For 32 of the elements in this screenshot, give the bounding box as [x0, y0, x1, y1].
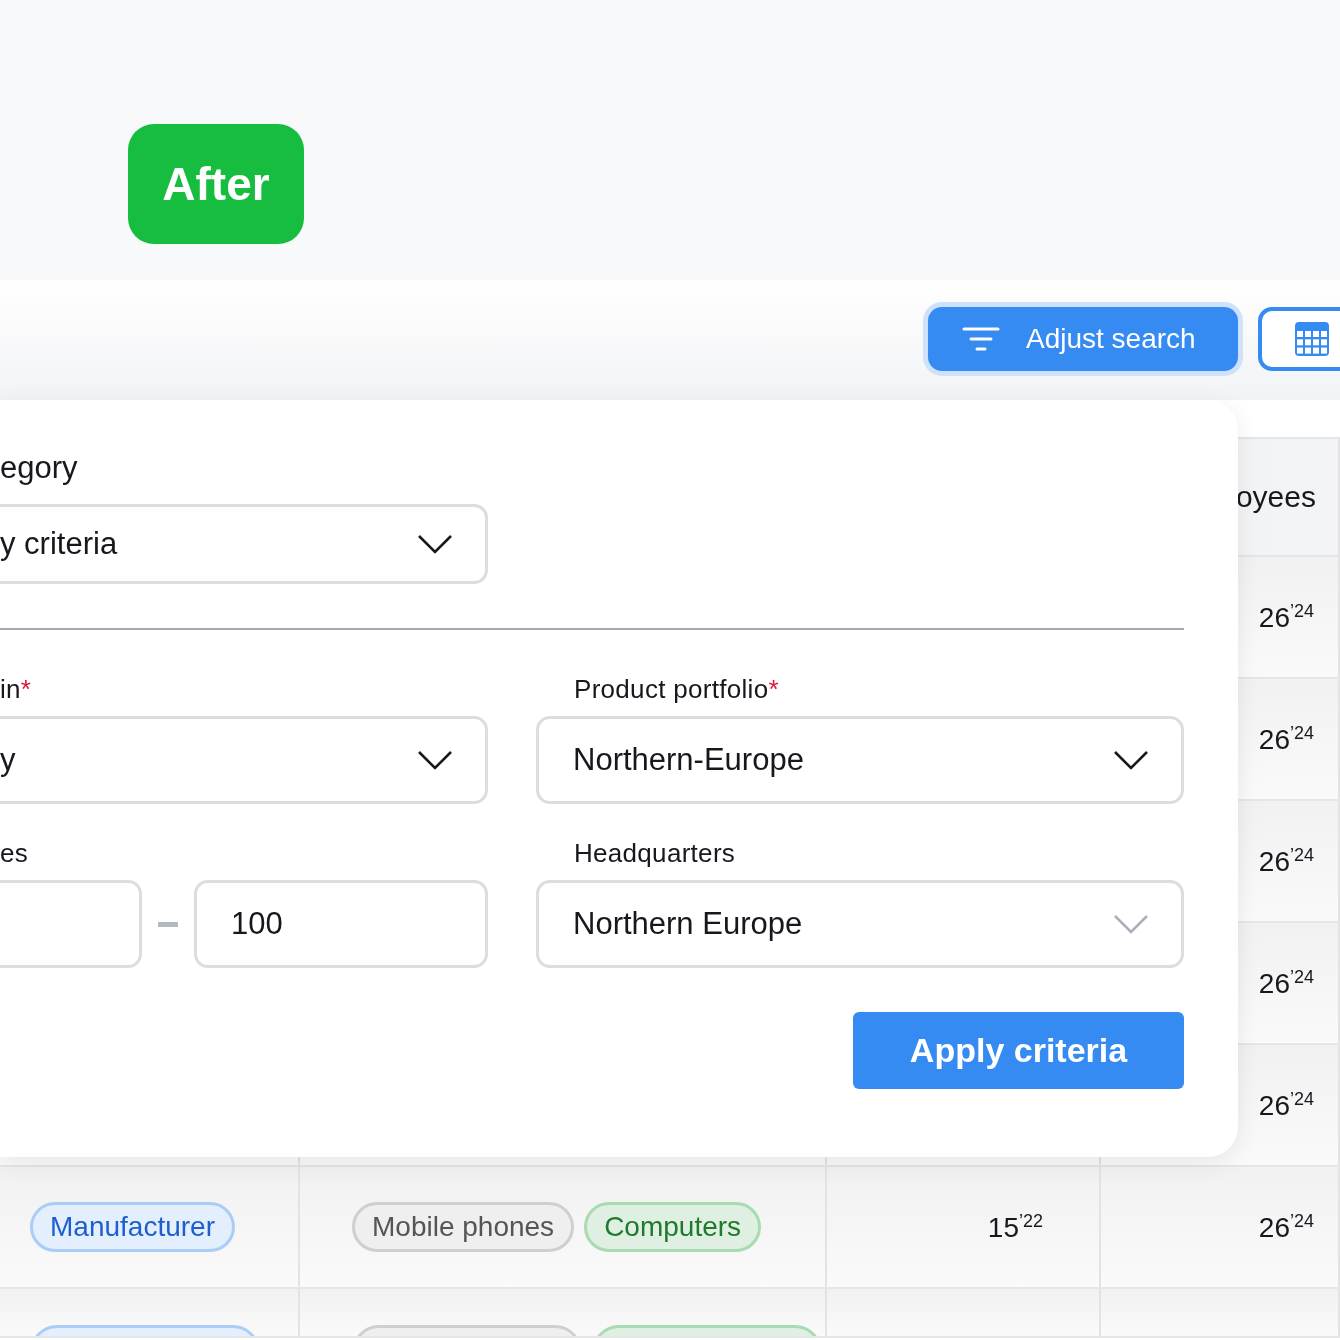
chevron-down-icon	[1113, 750, 1149, 770]
field-label: es	[0, 838, 29, 868]
field-label: Headquarters	[574, 838, 736, 868]
table-cell: 26$^{’24}$	[1258, 844, 1314, 878]
table-cell: 26$^{’24}$	[1258, 1210, 1314, 1244]
column-header: oyees	[1235, 480, 1316, 514]
table-cell: 26$^{’24}$	[1258, 966, 1314, 1000]
select-field[interactable]: y	[0, 716, 488, 804]
field-label: Product portfolio*	[574, 674, 779, 704]
chevron-down-icon	[417, 534, 453, 554]
table-cell: 15$^{’22}$	[987, 1210, 1043, 1244]
min-input-field[interactable]	[0, 880, 142, 968]
select-field[interactable]: y criteria	[0, 504, 488, 584]
table-icon	[1294, 321, 1330, 357]
range-dash	[158, 921, 178, 927]
table-cell: 26$^{’24}$	[1258, 1088, 1314, 1122]
select-field[interactable]: Northern Europe	[536, 880, 1184, 968]
required-mark: *	[768, 674, 779, 704]
field-label: egory	[0, 450, 79, 486]
table-cell: 26$^{’24}$	[1258, 722, 1314, 756]
required-mark: *	[20, 674, 32, 704]
chevron-down-icon	[1113, 914, 1149, 934]
chevron-down-icon	[417, 750, 453, 770]
table-cell: 26$^{’24}$	[1258, 600, 1314, 634]
company-type-tag: Manufacturer	[30, 1202, 235, 1252]
after-badge: After	[128, 124, 304, 244]
filter-icon	[962, 326, 1000, 352]
product-tag: Computers	[584, 1202, 762, 1252]
field-label: in*	[0, 674, 32, 704]
select-field[interactable]: Northern-Europe	[536, 716, 1184, 804]
product-tag: Mobile phones	[352, 1202, 575, 1252]
max-input-field[interactable]: 100	[194, 880, 488, 968]
